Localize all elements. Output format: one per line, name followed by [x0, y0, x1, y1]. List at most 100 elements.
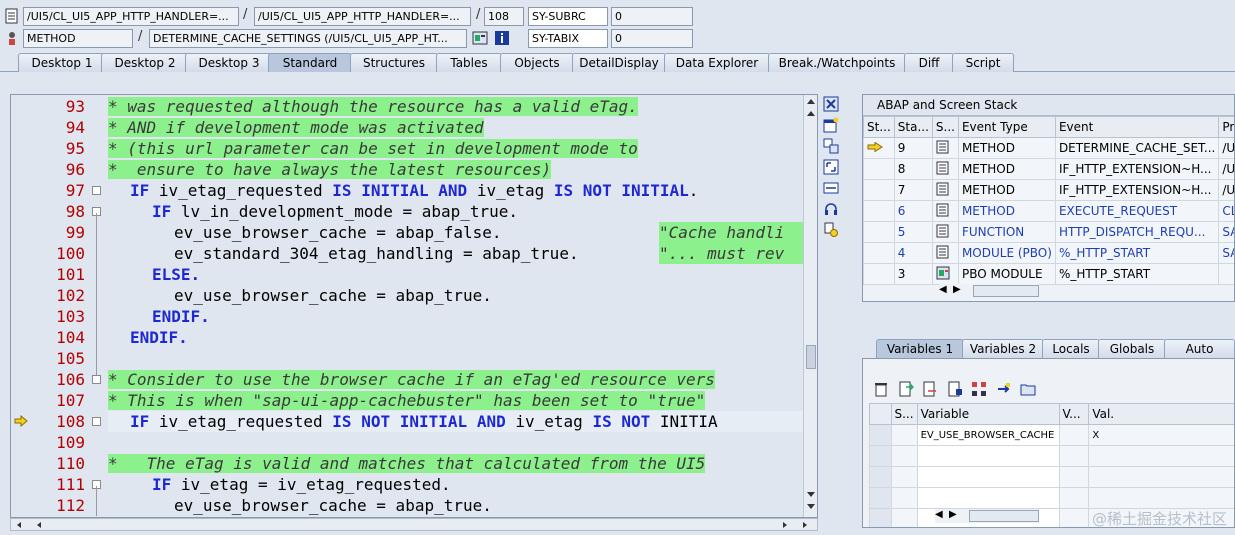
column-header[interactable]: Event [1054, 116, 1220, 138]
table-row[interactable]: 6 METHOD EXECUTE_REQUEST CL_H [863, 200, 1234, 222]
scroll-right-icon[interactable] [801, 521, 809, 529]
tab-standard[interactable]: Standard [268, 53, 352, 72]
tab-globals[interactable]: Globals [1098, 339, 1166, 358]
maximize-icon[interactable] [823, 159, 839, 175]
row-selector[interactable] [869, 424, 892, 446]
code-line[interactable]: ev_standard_304_etag_handling = abap_tru… [108, 243, 648, 264]
column-header[interactable]: V... [1058, 403, 1090, 425]
event-field[interactable]: DETERMINE_CACHE_SETTINGS (/UI5/CL_UI5_AP… [149, 29, 467, 48]
swap-tool-icon[interactable] [823, 138, 839, 154]
variables-horizontal-scrollbar[interactable]: ◀ ▶ [935, 509, 1039, 523]
scroll-thumb[interactable] [806, 345, 816, 369]
tab-desktop-1[interactable]: Desktop 1 [18, 53, 106, 72]
full-screen-icon[interactable] [823, 180, 839, 196]
tab-auto[interactable]: Auto [1164, 339, 1235, 358]
sysfield-name[interactable]: SY-SUBRC [528, 7, 608, 26]
tab-variables-1[interactable]: Variables 1 [876, 339, 964, 358]
table-row[interactable]: EV_USE_BROWSER_CACHE X [869, 424, 1234, 446]
code-editor[interactable]: 93 * was requested although the resource… [10, 94, 818, 518]
code-line[interactable]: * This is when "sap-ui-app-cachebuster" … [108, 390, 803, 411]
column-header[interactable]: S... [931, 116, 959, 138]
row-selector[interactable] [869, 466, 892, 488]
table-row[interactable]: 4 MODULE (PBO) %_HTTP_START SAPM [863, 242, 1234, 264]
program-field[interactable]: /UI5/CL_UI5_APP_HTTP_HANDLER=... [23, 7, 239, 26]
scroll-thumb[interactable] [969, 510, 1039, 522]
tab-variables-2[interactable]: Variables 2 [962, 339, 1044, 358]
scroll-left-icon[interactable]: ◀ [935, 509, 943, 520]
fold-toggle[interactable] [92, 417, 101, 426]
scroll-right-icon[interactable]: ▶ [953, 284, 961, 295]
hierarchy-icon[interactable] [971, 381, 987, 397]
column-header[interactable]: Val. [1088, 403, 1234, 425]
scroll-left-icon[interactable] [15, 521, 23, 529]
include-field[interactable]: /UI5/CL_UI5_APP_HTTP_HANDLER=... [254, 7, 471, 26]
tab-breakpoints[interactable]: Break./Watchpoints [768, 53, 906, 72]
variable-value-cell[interactable] [1088, 466, 1234, 488]
tab-desktop-3[interactable]: Desktop 3 [185, 53, 273, 72]
code-line[interactable]: * ensure to have always the latest resou… [108, 159, 803, 180]
table-row[interactable]: 5 FUNCTION HTTP_DISPATCH_REQU... SAPL [863, 221, 1234, 243]
row-selector[interactable] [869, 508, 892, 527]
code-line[interactable]: * AND if development mode was activated [108, 117, 803, 138]
import-icon[interactable] [898, 381, 914, 397]
column-header[interactable]: Sta... [893, 116, 933, 138]
line-field[interactable]: 108 [484, 7, 524, 26]
column-header[interactable]: Variable [916, 403, 1060, 425]
current-code-line[interactable]: IF iv_etag_requested IS NOT INITIAL AND … [108, 411, 803, 432]
editor-horizontal-scrollbar[interactable] [10, 518, 818, 531]
fold-toggle[interactable] [92, 186, 101, 195]
variable-name-cell[interactable] [916, 466, 1060, 488]
services-icon[interactable] [823, 222, 839, 238]
row-selector[interactable] [869, 487, 892, 509]
code-line[interactable]: * The eTag is valid and matches that cal… [108, 453, 803, 474]
scroll-right-icon[interactable]: ▶ [949, 509, 957, 520]
sysfield-value[interactable]: 0 [611, 7, 693, 26]
scroll-left-icon[interactable] [35, 521, 43, 529]
event-type-field[interactable]: METHOD [23, 29, 133, 48]
scroll-thumb[interactable] [973, 285, 1039, 297]
fold-toggle[interactable] [92, 375, 101, 384]
table-row[interactable] [869, 487, 1234, 509]
delete-icon[interactable] [873, 381, 889, 397]
variable-name-cell[interactable] [916, 487, 1060, 509]
code-line[interactable]: ELSE. [108, 264, 803, 285]
tab-tables[interactable]: Tables [436, 53, 502, 72]
transfer-icon[interactable] [996, 381, 1012, 397]
variable-value-cell[interactable] [1088, 487, 1234, 509]
table-row[interactable]: 8 METHOD IF_HTTP_EXTENSION~H... /UI5 [863, 158, 1234, 180]
code-line[interactable] [108, 432, 803, 453]
stack-horizontal-scrollbar[interactable]: ◀ ▶ [939, 284, 1039, 298]
folder-icon[interactable] [1020, 381, 1036, 397]
tab-objects[interactable]: Objects [500, 53, 574, 72]
table-row[interactable]: 7 METHOD IF_HTTP_EXTENSION~H... /UI5 [863, 179, 1234, 201]
code-line[interactable]: ev_use_browser_cache = abap_true. [108, 285, 803, 306]
tab-diff[interactable]: Diff [904, 53, 954, 72]
sysfield-value[interactable]: 0 [611, 29, 693, 48]
scroll-up-icon[interactable] [806, 97, 816, 105]
table-row[interactable]: 9 METHOD DETERMINE_CACHE_SET... /UI5 [863, 137, 1234, 159]
scroll-right-icon[interactable] [781, 521, 789, 529]
scroll-down-icon[interactable] [806, 503, 816, 511]
tab-detaildisplay[interactable]: DetailDisplay [572, 53, 666, 72]
variable-name-cell[interactable]: EV_USE_BROWSER_CACHE [916, 424, 1060, 446]
code-line[interactable]: ENDIF. [108, 327, 803, 348]
new-window-icon[interactable] [823, 117, 839, 133]
code-line[interactable]: IF iv_etag_requested IS INITIAL AND iv_e… [108, 180, 803, 201]
code-line[interactable]: * was requested although the resource ha… [108, 96, 803, 117]
tab-structures[interactable]: Structures [350, 53, 438, 72]
tab-desktop-2[interactable]: Desktop 2 [101, 53, 189, 72]
scroll-left-icon[interactable]: ◀ [939, 284, 947, 295]
info-icon[interactable] [494, 30, 510, 46]
code-line[interactable]: * Consider to use the browser cache if a… [108, 369, 803, 390]
code-line[interactable]: * (this url parameter can be set in deve… [108, 138, 803, 159]
code-line[interactable]: IF lv_in_development_mode = abap_true. [108, 201, 803, 222]
headset-icon[interactable] [823, 201, 839, 217]
code-line[interactable]: IF iv_etag = iv_etag_requested. [108, 474, 803, 495]
code-line[interactable]: ENDIF. [108, 306, 803, 327]
sysfield-name[interactable]: SY-TABIX [528, 29, 608, 48]
column-header[interactable]: S... [890, 403, 918, 425]
export-icon[interactable] [922, 381, 938, 397]
editor-vertical-scrollbar[interactable] [803, 95, 817, 517]
display-icon[interactable] [472, 30, 488, 46]
tab-script[interactable]: Script [952, 53, 1014, 72]
